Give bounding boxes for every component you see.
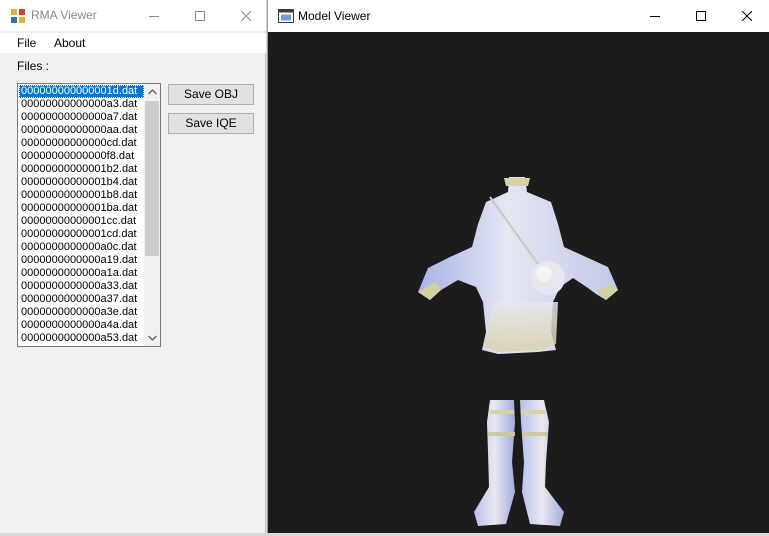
file-list-items: 000000000000001d.dat 00000000000000a3.dat… <box>19 85 144 345</box>
model-viewer-titlebar[interactable]: Model Viewer <box>268 0 769 32</box>
maximize-button[interactable] <box>678 0 724 31</box>
file-list-item[interactable]: 00000000000001ba.dat <box>19 202 144 215</box>
save-iqe-button[interactable]: Save IQE <box>168 113 254 134</box>
close-button[interactable] <box>724 0 769 31</box>
model-viewport[interactable] <box>268 32 769 533</box>
file-list-item[interactable]: 000000000000001d.dat <box>19 85 144 98</box>
file-list-item[interactable]: 0000000000000a19.dat <box>19 254 144 267</box>
scroll-thumb[interactable] <box>145 101 159 256</box>
file-list-item[interactable]: 00000000000000f8.dat <box>19 150 144 163</box>
model-viewer-window: Model Viewer <box>267 0 769 533</box>
maximize-button[interactable] <box>177 0 223 31</box>
file-list-item[interactable]: 0000000000000a1a.dat <box>19 267 144 280</box>
menu-about[interactable]: About <box>54 36 85 50</box>
chevron-down-icon <box>147 335 157 341</box>
file-list-item[interactable]: 0000000000000a37.dat <box>19 293 144 306</box>
scroll-down-button[interactable] <box>144 330 160 346</box>
file-list-scrollbar[interactable] <box>144 84 160 346</box>
rma-viewer-title: RMA Viewer <box>31 8 97 22</box>
model-torso <box>418 177 618 354</box>
file-list-item[interactable]: 00000000000001b2.dat <box>19 163 144 176</box>
minimize-button[interactable] <box>632 0 678 31</box>
file-list-item[interactable]: 0000000000000a4a.dat <box>19 319 144 332</box>
file-list-item[interactable]: 00000000000001b4.dat <box>19 176 144 189</box>
chevron-up-icon <box>147 89 157 95</box>
3d-model-render <box>418 177 618 526</box>
model-viewer-title: Model Viewer <box>298 9 371 23</box>
file-list-item[interactable]: 00000000000001cc.dat <box>19 215 144 228</box>
file-list-item[interactable]: 00000000000000cd.dat <box>19 137 144 150</box>
files-label: Files : <box>17 59 50 73</box>
file-list-item[interactable]: 00000000000000a7.dat <box>19 111 144 124</box>
file-list-item[interactable]: 0000000000000a33.dat <box>19 280 144 293</box>
minimize-icon <box>650 15 660 17</box>
file-list-item[interactable]: 0000000000000a53.dat <box>19 332 144 345</box>
file-list-item[interactable]: 0000000000000a0c.dat <box>19 241 144 254</box>
menu-bar: File About <box>0 33 266 53</box>
file-list-item[interactable]: 00000000000001b8.dat <box>19 189 144 202</box>
close-icon <box>742 10 752 21</box>
close-icon <box>241 10 251 21</box>
window-icon <box>278 9 294 23</box>
minimize-button[interactable] <box>131 0 177 31</box>
file-list-item[interactable]: 00000000000000a3.dat <box>19 98 144 111</box>
file-listbox[interactable]: 000000000000001d.dat 00000000000000a3.dat… <box>17 83 161 347</box>
file-list-item[interactable]: 0000000000000a3e.dat <box>19 306 144 319</box>
maximize-icon <box>195 10 205 21</box>
maximize-icon <box>696 10 706 21</box>
minimize-icon <box>149 15 159 17</box>
model-boots <box>474 400 564 526</box>
file-list-item[interactable]: 00000000000001cd.dat <box>19 228 144 241</box>
app-icon <box>11 9 25 23</box>
scroll-up-button[interactable] <box>144 84 160 100</box>
close-button[interactable] <box>223 0 269 31</box>
rma-viewer-window: RMA Viewer File About Files : 0000000000… <box>0 0 266 533</box>
menu-file[interactable]: File <box>17 36 36 50</box>
rma-viewer-titlebar[interactable]: RMA Viewer <box>0 0 266 31</box>
save-obj-button[interactable]: Save OBJ <box>168 84 254 105</box>
file-list-item[interactable]: 00000000000000aa.dat <box>19 124 144 137</box>
